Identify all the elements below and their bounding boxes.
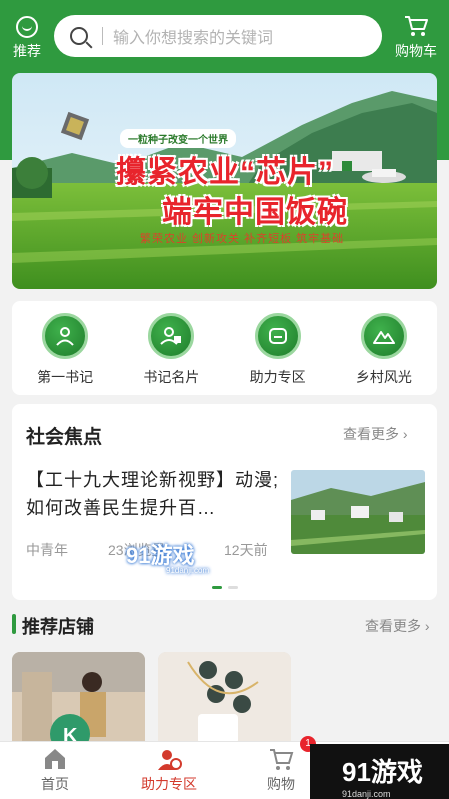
news-thumbnail[interactable] bbox=[291, 470, 425, 554]
banner-tags: 繁荣农业 创新攻关 补齐短板 筑牢基础 bbox=[140, 233, 345, 245]
tab-label: 首页 bbox=[41, 776, 69, 792]
person-card-icon bbox=[148, 313, 195, 359]
tab-label: 助力专区 bbox=[141, 776, 197, 792]
view-more-link[interactable]: 查看更多 › bbox=[343, 424, 408, 444]
tab-home[interactable]: 首页 bbox=[10, 746, 100, 794]
promo-banner[interactable]: 一粒种子改变一个世界 攥紧农业“芯片” 端牢中国饭碗 繁荣农业 创新攻关 补齐短… bbox=[12, 73, 437, 289]
section-title: 社会焦点 bbox=[26, 427, 103, 448]
recommend-button[interactable]: 推荐 bbox=[10, 16, 44, 61]
view-more-label: 查看更多 bbox=[343, 426, 399, 442]
news-time: 12天前 bbox=[224, 542, 268, 558]
menu-item-rural-scenery[interactable]: 乡村风光 bbox=[331, 301, 437, 395]
chevron-right-icon: › bbox=[421, 618, 430, 634]
carousel-indicator bbox=[212, 586, 238, 589]
person-badge-icon bbox=[42, 313, 89, 359]
menu-item-help-zone[interactable]: 助力专区 bbox=[225, 301, 331, 395]
quick-menu: 第一书记 书记名片 助力专区 乡村风光 bbox=[12, 301, 437, 395]
menu-label: 第一书记 bbox=[37, 369, 94, 385]
recommend-icon bbox=[16, 16, 38, 38]
home-icon bbox=[45, 749, 65, 769]
chevron-right-icon: › bbox=[399, 426, 408, 442]
search-bar[interactable]: 输入你想搜索的关键词 bbox=[54, 15, 382, 57]
mountain-icon bbox=[360, 313, 407, 359]
cart-icon bbox=[270, 749, 294, 770]
menu-item-first-secretary[interactable]: 第一书记 bbox=[12, 301, 118, 395]
menu-item-secretary-card[interactable]: 书记名片 bbox=[118, 301, 224, 395]
helping-hands-icon bbox=[254, 313, 301, 359]
helping-hands-icon bbox=[158, 750, 182, 770]
watermark-text: 91游戏 bbox=[126, 543, 195, 568]
social-focus-card: 社会焦点 查看更多 › 【工十九大理论新视野】动漫;如何改善民生提升百… 中青年… bbox=[12, 404, 437, 600]
shops-view-more-link[interactable]: 查看更多 › bbox=[365, 616, 430, 636]
search-divider bbox=[102, 27, 103, 45]
tab-help-zone[interactable]: 助力专区 bbox=[124, 746, 214, 794]
banner-headline-1: 攥紧农业“芯片” bbox=[116, 156, 334, 189]
tab-label: 购物 bbox=[267, 776, 295, 792]
carousel-dot bbox=[228, 586, 238, 589]
search-icon bbox=[70, 27, 88, 45]
view-more-label: 查看更多 bbox=[365, 618, 421, 634]
watermark-corner-sub: 91danji.com bbox=[342, 789, 391, 799]
news-title[interactable]: 【工十九大理论新视野】动漫;如何改善民生提升百… bbox=[26, 466, 282, 522]
cart-label: 购物车 bbox=[395, 43, 437, 59]
shop-card[interactable]: K bbox=[12, 652, 145, 752]
shops-section-title: 推荐店铺 bbox=[22, 617, 94, 637]
cart-icon bbox=[405, 16, 428, 36]
watermark-logo: 91游戏 91danji.com bbox=[126, 538, 209, 575]
shop-card[interactable] bbox=[158, 652, 291, 752]
menu-label: 助力专区 bbox=[249, 369, 306, 385]
menu-label: 乡村风光 bbox=[355, 369, 412, 385]
watermark-sub: 91danji.com bbox=[166, 566, 210, 575]
banner-caption: 一粒种子改变一个世界 bbox=[120, 129, 236, 148]
banner-headline-2: 端牢中国饭碗 bbox=[162, 196, 348, 229]
cart-button[interactable]: 购物车 bbox=[392, 14, 440, 61]
recommend-label: 推荐 bbox=[13, 43, 41, 59]
watermark-corner-text: 91游戏 bbox=[342, 757, 423, 787]
section-accent-bar bbox=[12, 614, 16, 634]
watermark-corner-logo: 91游戏 91danji.com bbox=[310, 744, 449, 799]
search-input[interactable]: 输入你想搜索的关键词 bbox=[113, 24, 273, 48]
carousel-dot-active bbox=[212, 586, 222, 589]
news-source: 中青年 bbox=[26, 542, 68, 558]
menu-label: 书记名片 bbox=[143, 369, 200, 385]
